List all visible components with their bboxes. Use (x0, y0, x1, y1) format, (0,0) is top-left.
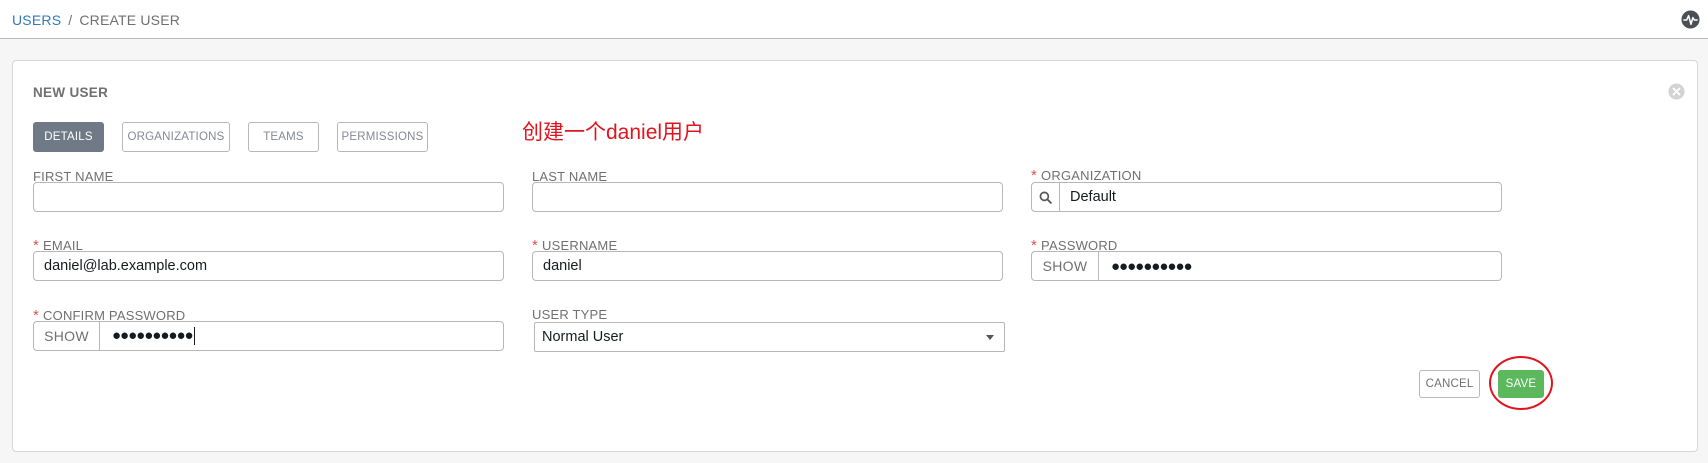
breadcrumb-users-link[interactable]: USERS (12, 12, 61, 28)
username-field[interactable]: daniel (532, 251, 1003, 281)
first-name-field[interactable] (33, 182, 504, 212)
confirm-password-masked-value: ●●●●●●●●●● (112, 326, 195, 346)
last-name-field[interactable] (532, 182, 1003, 212)
organization-field[interactable]: Default (1031, 182, 1502, 212)
new-user-panel: NEW USER DETAILS ORGANIZATIONS TEAMS PER… (12, 60, 1698, 452)
tab-organizations[interactable]: ORGANIZATIONS (122, 122, 230, 152)
password-field[interactable]: SHOW ●●●●●●●●●● (1031, 251, 1502, 281)
save-button[interactable]: SAVE (1498, 370, 1544, 398)
activity-stream-icon[interactable] (1681, 10, 1700, 29)
top-bar: USERS / CREATE USER (0, 0, 1708, 39)
cancel-button[interactable]: CANCEL (1419, 370, 1480, 398)
tab-details[interactable]: DETAILS (33, 122, 104, 152)
confirm-password-field[interactable]: SHOW ●●●●●●●●●● (33, 321, 504, 351)
close-icon[interactable] (1668, 83, 1685, 100)
chevron-down-icon (986, 335, 994, 340)
confirm-password-show-button[interactable]: SHOW (34, 322, 100, 350)
search-icon (1039, 191, 1052, 204)
breadcrumb: USERS / CREATE USER (12, 12, 180, 28)
text-cursor (193, 327, 195, 346)
tab-teams[interactable]: TEAMS (248, 122, 319, 152)
password-show-button[interactable]: SHOW (1032, 252, 1099, 280)
password-masked-value: ●●●●●●●●●● (1111, 257, 1193, 275)
user-type-select[interactable]: Normal User (534, 322, 1005, 352)
annotation-text: 创建一个daniel用户 (522, 121, 705, 144)
organization-lookup-button[interactable] (1032, 183, 1060, 211)
breadcrumb-current: CREATE USER (79, 12, 181, 28)
tab-permissions[interactable]: PERMISSIONS (337, 122, 428, 152)
organization-value: Default (1070, 189, 1116, 205)
panel-title: NEW USER (33, 85, 109, 100)
email-field[interactable]: daniel@lab.example.com (33, 251, 504, 281)
user-type-label: USER TYPE (532, 307, 608, 322)
breadcrumb-separator: / (68, 12, 73, 28)
